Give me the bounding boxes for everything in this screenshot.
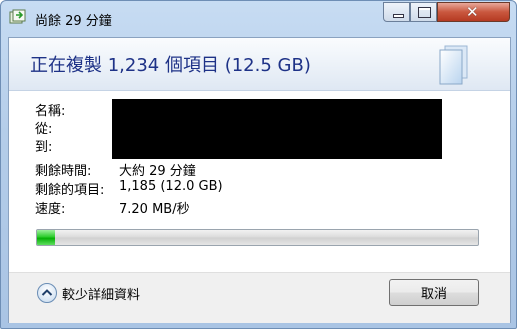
time-remaining-value: 大約 29 分鐘 bbox=[119, 164, 196, 179]
items-remaining-value: 1,185 (12.0 GB) bbox=[119, 179, 223, 194]
close-button[interactable]: ✕ bbox=[437, 2, 510, 22]
close-icon: ✕ bbox=[466, 3, 479, 21]
name-label: 名稱: bbox=[35, 104, 66, 119]
window-title: 尚餘 29 分鐘 bbox=[35, 14, 112, 29]
copy-progress-bar bbox=[36, 229, 479, 246]
maximize-icon bbox=[418, 7, 431, 18]
minimize-button[interactable] bbox=[383, 2, 410, 22]
dialog-footer: 較少詳細資料 取消 bbox=[9, 272, 510, 323]
copy-status-heading: 正在複製 1,234 個項目 (12.5 GB) bbox=[30, 55, 311, 76]
document-icon bbox=[437, 44, 469, 86]
chevron-up-icon bbox=[37, 283, 57, 303]
progress-fill bbox=[37, 230, 55, 245]
dialog-header: 正在複製 1,234 個項目 (12.5 GB) bbox=[9, 38, 510, 91]
cancel-button[interactable]: 取消 bbox=[389, 279, 479, 306]
speed-value: 7.20 MB/秒 bbox=[119, 202, 190, 217]
title-bar[interactable]: 尚餘 29 分鐘 ✕ bbox=[1, 1, 516, 35]
items-remaining-label: 剩餘的項目: bbox=[35, 183, 105, 198]
from-label: 從: bbox=[35, 122, 53, 137]
less-details-label: 較少詳細資料 bbox=[62, 287, 141, 303]
maximize-button[interactable] bbox=[410, 2, 437, 22]
minimize-icon bbox=[393, 14, 404, 18]
dialog-client-area: 正在複製 1,234 個項目 (12.5 GB) 名稱: 從: 到: 剩餘時間:… bbox=[8, 37, 511, 323]
speed-label: 速度: bbox=[35, 202, 66, 217]
details-panel: 名稱: 從: 到: 剩餘時間: 大約 29 分鐘 剩餘的項目: 1,185 (1… bbox=[9, 91, 510, 272]
to-label: 到: bbox=[35, 140, 53, 155]
redacted-paths bbox=[112, 99, 442, 159]
copy-files-icon bbox=[9, 9, 27, 25]
copy-dialog-window: 尚餘 29 分鐘 ✕ 正在複製 1,234 個項目 (12.5 GB) 名稱: … bbox=[0, 0, 517, 329]
less-details-toggle[interactable]: 較少詳細資料 bbox=[37, 280, 140, 306]
time-remaining-label: 剩餘時間: bbox=[35, 164, 92, 179]
